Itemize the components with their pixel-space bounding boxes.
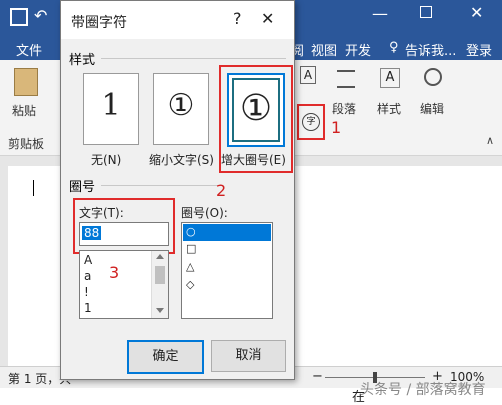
style-option-none-label[interactable]: 无(N) [91, 151, 121, 168]
dialog-title: 带圈字符 [71, 15, 127, 31]
text-label: 文字(T): [79, 206, 124, 220]
tab-developer[interactable]: 开发 [345, 40, 371, 59]
paste-label[interactable]: 粘贴 [12, 102, 36, 119]
login-link[interactable]: 登录 [466, 40, 492, 59]
annotation-2: 2 [216, 181, 227, 200]
styles-icon[interactable]: A [380, 68, 400, 88]
style-option-shrink[interactable]: ① [153, 73, 209, 145]
enclose-characters-dialog: 带圈字符 ? ✕ 样式 1 无(N) ① 缩小文字(S) ① 增大圈号(E) 圈… [60, 0, 295, 380]
text-list-item[interactable]: 1 [84, 301, 92, 315]
circle-shape-icon: ○ [186, 225, 196, 238]
lightbulb-icon: ♀ [389, 40, 399, 55]
restore-icon[interactable] [420, 6, 432, 18]
paste-icon[interactable] [14, 68, 38, 96]
scroll-up-icon[interactable] [156, 254, 164, 259]
save-icon[interactable] [10, 8, 28, 26]
zoom-out-button[interactable]: − [312, 369, 323, 384]
help-button[interactable]: ? [233, 9, 242, 28]
cancel-button[interactable]: 取消 [211, 340, 286, 372]
style-none-preview: 1 [101, 88, 121, 123]
paragraph-button[interactable]: 段落 [332, 100, 356, 117]
char-border-icon[interactable]: A [300, 66, 316, 84]
style-option-none[interactable]: 1 [83, 73, 139, 145]
enclosure-item-selected[interactable]: ○ [183, 224, 271, 241]
collapse-ribbon-icon[interactable]: ∧ [486, 134, 494, 147]
text-cursor [33, 180, 34, 196]
style-option-enlarge-label[interactable]: 增大圈号(E) [221, 151, 286, 168]
tab-view[interactable]: 视图 [311, 40, 337, 59]
watermark: 头条号 / 部落窝教育 [360, 382, 486, 398]
scroll-down-icon[interactable] [156, 308, 164, 313]
enclose-characters-icon[interactable]: 字 [302, 113, 320, 131]
triangle-shape-icon[interactable]: △ [186, 260, 194, 273]
annotation-1: 1 [331, 118, 342, 137]
text-input[interactable]: 88 [79, 222, 169, 246]
enclosure-label: 圈号(O): [181, 206, 228, 220]
style-shrink-preview: ① [167, 88, 195, 123]
style-enlarge-preview: ① [239, 88, 273, 129]
styles-button[interactable]: 样式 [377, 100, 401, 117]
paragraph-icon[interactable] [337, 70, 355, 88]
text-input-value[interactable]: 88 [82, 226, 102, 240]
text-list[interactable]: A a ! 1 [79, 250, 169, 319]
style-option-enlarge[interactable]: ① [227, 73, 285, 147]
search-icon[interactable] [424, 68, 442, 86]
tell-me-box[interactable]: 告诉我... [405, 40, 456, 59]
enclosure-list[interactable]: ○ □ △ ◇ [181, 222, 273, 319]
undo-icon[interactable]: ↶ [34, 6, 47, 25]
clipboard-group-label: 剪贴板 [8, 137, 45, 151]
text-list-item[interactable]: A [84, 253, 92, 267]
dialog-title-bar: 带圈字符 ? ✕ [61, 1, 294, 39]
circle-section-label: 圈号 [69, 180, 96, 195]
style-section-line [101, 58, 286, 59]
scroll-thumb[interactable] [155, 266, 165, 284]
text-list-scrollbar[interactable] [151, 251, 168, 318]
editing-button[interactable]: 编辑 [420, 100, 444, 117]
diamond-shape-icon[interactable]: ◇ [186, 278, 194, 291]
circle-section-line [101, 185, 221, 186]
annotation-3: 3 [109, 263, 120, 282]
style-option-shrink-label[interactable]: 缩小文字(S) [149, 151, 214, 168]
enclose-characters-button-highlight[interactable]: 字 [297, 104, 325, 140]
minimize-icon[interactable]: — [372, 4, 388, 23]
window-close-icon[interactable]: ✕ [470, 3, 483, 22]
tab-file[interactable]: 文件 [16, 40, 42, 59]
style-section-label: 样式 [69, 53, 96, 68]
square-shape-icon[interactable]: □ [186, 242, 196, 255]
enlarge-preview-frame: ① [232, 78, 280, 142]
ok-button[interactable]: 确定 [127, 340, 204, 374]
text-list-item[interactable]: ! [84, 285, 89, 299]
text-list-item[interactable]: a [84, 269, 91, 283]
dialog-close-button[interactable]: ✕ [261, 9, 274, 28]
